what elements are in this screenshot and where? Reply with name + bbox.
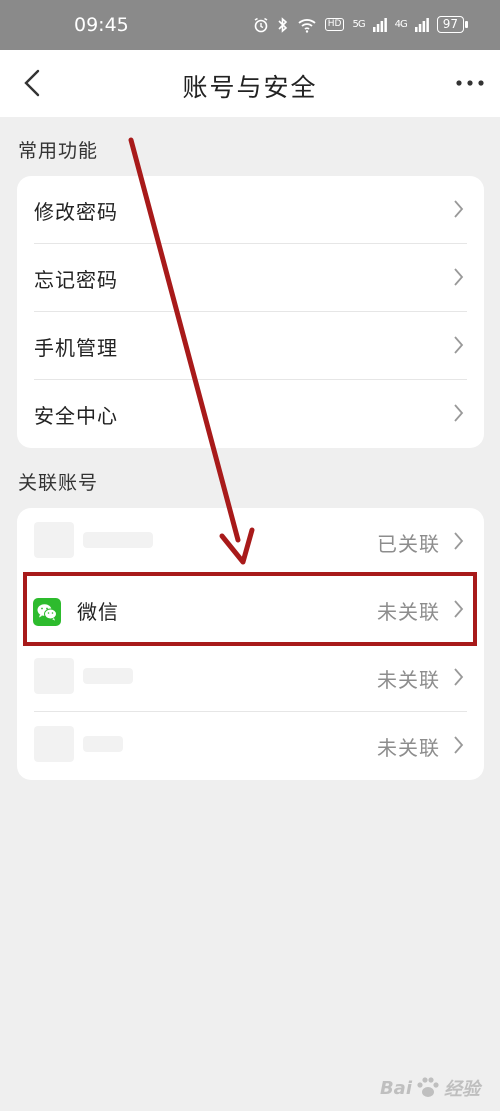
signal-bars-icon bbox=[414, 17, 429, 32]
battery-indicator: 97 bbox=[436, 16, 469, 33]
signal-5g-label: 5G bbox=[352, 19, 365, 30]
status-icons: HD 5G 4G 97 bbox=[253, 16, 469, 33]
linked-account-row-3[interactable]: 未关联 bbox=[17, 644, 484, 712]
menu-item-phone-management[interactable]: 手机管理 bbox=[17, 312, 484, 380]
status-bar: 09:45 HD 5G 4G 97 bbox=[0, 0, 500, 50]
chevron-right-icon bbox=[454, 532, 464, 550]
link-status: 已关联 bbox=[377, 532, 440, 556]
signal-bars-icon bbox=[372, 17, 387, 32]
chevron-right-icon bbox=[454, 268, 464, 286]
menu-item-label: 修改密码 bbox=[34, 200, 118, 224]
menu-item-label: 手机管理 bbox=[34, 336, 118, 360]
chevron-right-icon bbox=[454, 668, 464, 686]
link-status: 未关联 bbox=[377, 668, 440, 692]
watermark: Bai 经验 bbox=[380, 1075, 480, 1101]
menu-item-label: 忘记密码 bbox=[34, 268, 118, 292]
bluetooth-icon bbox=[278, 16, 287, 33]
section-header-linked: 关联账号 bbox=[18, 472, 99, 494]
chevron-right-icon bbox=[454, 736, 464, 754]
blurred-account-icon bbox=[34, 522, 74, 558]
linked-account-row-1[interactable]: 已关联 bbox=[17, 508, 484, 576]
chevron-right-icon bbox=[454, 336, 464, 354]
link-status: 未关联 bbox=[377, 736, 440, 760]
hd-badge: HD bbox=[324, 18, 345, 31]
signal-4g-label: 4G bbox=[394, 19, 408, 30]
blurred-account-name bbox=[83, 668, 133, 684]
blurred-account-icon bbox=[34, 726, 74, 762]
menu-item-change-password[interactable]: 修改密码 bbox=[17, 176, 484, 244]
common-functions-card: 修改密码 忘记密码 手机管理 安全中心 bbox=[17, 176, 484, 448]
wifi-icon bbox=[298, 18, 316, 33]
section-header-common: 常用功能 bbox=[18, 140, 99, 162]
blurred-account-icon bbox=[34, 658, 74, 694]
paw-icon bbox=[417, 1077, 439, 1097]
nav-bar: 账号与安全 bbox=[0, 50, 500, 117]
page-title: 账号与安全 bbox=[182, 73, 318, 102]
watermark-text-2: 经验 bbox=[444, 1079, 480, 1100]
chevron-right-icon bbox=[454, 200, 464, 218]
blurred-account-name bbox=[83, 532, 153, 548]
chevron-right-icon bbox=[454, 404, 464, 422]
linked-account-row-4[interactable]: 未关联 bbox=[17, 712, 484, 780]
status-time: 09:45 bbox=[74, 14, 129, 36]
highlight-box bbox=[23, 572, 477, 646]
menu-item-label: 安全中心 bbox=[34, 404, 118, 428]
blurred-account-name bbox=[83, 736, 123, 752]
menu-item-forgot-password[interactable]: 忘记密码 bbox=[17, 244, 484, 312]
more-options-icon[interactable] bbox=[454, 78, 486, 88]
watermark-text: Bai bbox=[379, 1077, 412, 1099]
alarm-icon bbox=[254, 17, 268, 32]
menu-item-security-center[interactable]: 安全中心 bbox=[17, 380, 484, 448]
